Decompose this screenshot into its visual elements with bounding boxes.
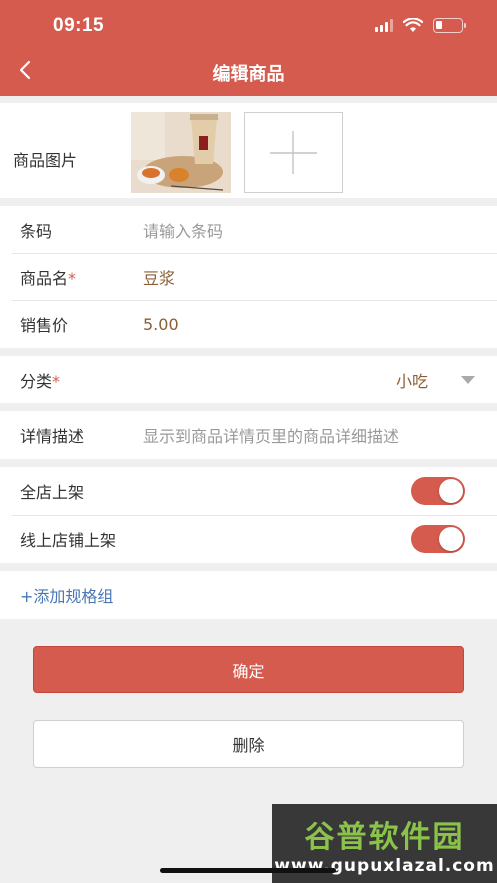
battery-icon — [433, 18, 466, 33]
status-time: 09:15 — [53, 15, 105, 36]
spec-section: +添加规格组 — [0, 571, 497, 619]
store-listing-row: 全店上架 — [0, 467, 497, 515]
price-row[interactable]: 销售价 5.00 — [0, 300, 497, 348]
name-row[interactable]: 商品名* 豆浆 — [0, 253, 497, 301]
watermark-title: 谷普软件园 — [304, 819, 465, 855]
name-label: 商品名* — [20, 269, 77, 288]
barcode-row[interactable]: 条码 请输入条码 — [0, 206, 497, 254]
home-indicator[interactable] — [160, 868, 336, 873]
cellular-signal-icon — [375, 19, 393, 32]
barcode-input[interactable]: 请输入条码 — [143, 218, 223, 242]
product-photo[interactable] — [131, 112, 231, 193]
add-spec-group-link[interactable]: +添加规格组 — [20, 583, 113, 607]
add-photo-button[interactable] — [244, 112, 343, 193]
store-listing-label: 全店上架 — [20, 483, 85, 502]
page-title: 编辑商品 — [212, 64, 285, 85]
description-input[interactable]: 显示到商品详情页里的商品详细描述 — [143, 423, 399, 447]
online-listing-row: 线上店铺上架 — [0, 515, 497, 563]
price-label: 销售价 — [20, 316, 69, 335]
category-section: 分类* 小吃 — [0, 356, 497, 403]
description-section: 详情描述 显示到商品详情页里的商品详细描述 — [0, 411, 497, 459]
category-row[interactable]: 分类* 小吃 — [0, 356, 497, 403]
chevron-down-icon[interactable] — [461, 376, 475, 384]
image-section: 商品图片 — [0, 103, 497, 198]
toggle-knob — [439, 527, 463, 551]
store-listing-toggle[interactable] — [411, 477, 465, 505]
barcode-label: 条码 — [20, 222, 53, 241]
listing-section: 全店上架 线上店铺上架 — [0, 467, 497, 563]
status-icons — [375, 18, 466, 33]
add-spec-row: +添加规格组 — [0, 571, 497, 619]
price-input[interactable]: 5.00 — [143, 315, 179, 334]
delete-button[interactable]: 删除 — [33, 720, 464, 768]
wifi-icon — [403, 18, 423, 33]
plus-icon — [270, 131, 317, 174]
nav-header: 09:15 编辑商品 — [0, 0, 497, 96]
online-listing-toggle[interactable] — [411, 525, 465, 553]
name-input[interactable]: 豆浆 — [143, 265, 175, 289]
battery-level — [436, 21, 442, 29]
description-row[interactable]: 详情描述 显示到商品详情页里的商品详细描述 — [0, 411, 497, 459]
image-label: 商品图片 — [13, 151, 78, 170]
confirm-button[interactable]: 确定 — [33, 646, 464, 693]
online-listing-label: 线上店铺上架 — [20, 531, 117, 550]
category-label: 分类* — [20, 371, 61, 391]
description-label: 详情描述 — [20, 427, 85, 446]
category-value[interactable]: 小吃 — [396, 368, 428, 392]
toggle-knob — [439, 479, 463, 503]
basic-info-section: 条码 请输入条码 商品名* 豆浆 销售价 5.00 — [0, 206, 497, 348]
